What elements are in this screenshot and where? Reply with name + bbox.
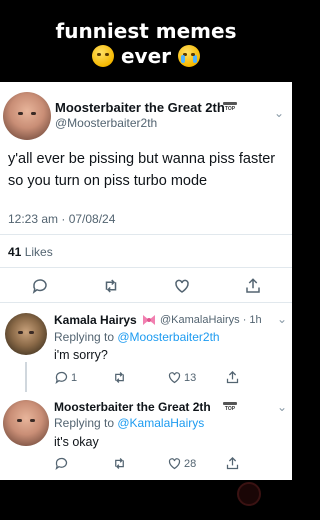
avatar[interactable] xyxy=(5,313,47,355)
avatar[interactable] xyxy=(3,400,49,446)
reply-count: 1 xyxy=(71,372,78,384)
likes-summary[interactable]: 41 Likes xyxy=(8,245,53,259)
reply-text: it's okay xyxy=(54,435,99,449)
share-icon[interactable] xyxy=(244,277,262,295)
like-count: 13 xyxy=(184,372,197,384)
chevron-down-icon[interactable]: ⌄ xyxy=(274,106,284,120)
tweet-timestamp[interactable]: 12:23 am · 07/08/24 xyxy=(8,212,115,226)
meme-banner: funniest memes ever xyxy=(0,0,292,82)
replying-to-link[interactable]: @Moosterbaiter2th xyxy=(117,330,219,344)
banner-title-word: ever xyxy=(120,44,172,68)
author-handle[interactable]: @Moosterbaiter2th xyxy=(55,116,157,130)
author-name[interactable]: Moosterbaiter the Great 2th xyxy=(55,100,225,115)
replying-to-link[interactable]: @KamalaHairys xyxy=(117,416,204,430)
heart-icon[interactable] xyxy=(167,456,182,471)
watermark-logo-icon xyxy=(237,482,261,506)
chevron-down-icon[interactable]: ⌄ xyxy=(277,400,287,414)
crying-face-icon xyxy=(177,45,200,67)
likes-count: 41 xyxy=(8,245,22,259)
thread-line xyxy=(25,362,27,392)
chevron-down-icon[interactable]: ⌄ xyxy=(277,312,287,326)
divider xyxy=(0,302,292,303)
retweet-icon[interactable] xyxy=(102,277,120,295)
tweet-text: y'all ever be pissing but wanna piss fas… xyxy=(8,151,276,189)
divider xyxy=(0,234,292,235)
banner-title-line2: ever xyxy=(0,44,292,68)
retweet-icon[interactable] xyxy=(112,456,127,471)
replying-to: Replying to @KamalaHairys xyxy=(54,416,205,430)
likes-label: Likes xyxy=(21,245,53,259)
tweet-thread-card: Moosterbaiter the Great 2th TOP @Mooster… xyxy=(0,82,292,480)
reply-icon[interactable] xyxy=(54,456,69,471)
top-badge-icon: TOP xyxy=(222,400,238,414)
retweet-icon[interactable] xyxy=(112,370,127,385)
reply-icon[interactable] xyxy=(31,277,49,295)
share-icon[interactable] xyxy=(225,370,240,385)
heart-icon[interactable] xyxy=(173,277,191,295)
reply-text: i'm sorry? xyxy=(54,348,108,362)
top-badge-icon: TOP xyxy=(222,100,238,114)
relieved-face-icon xyxy=(92,45,115,67)
like-count: 28 xyxy=(184,458,197,470)
replying-to: Replying to @Moosterbaiter2th xyxy=(54,330,220,344)
reply-handle-time[interactable]: @KamalaHairys · 1h xyxy=(160,314,262,326)
heart-icon[interactable] xyxy=(167,370,182,385)
share-icon[interactable] xyxy=(225,456,240,471)
bow-icon xyxy=(143,315,155,325)
reply-author-name[interactable]: Moosterbaiter the Great 2th xyxy=(54,400,211,414)
divider xyxy=(0,267,292,268)
avatar[interactable] xyxy=(3,92,51,140)
reply-icon[interactable] xyxy=(54,370,69,385)
banner-title-line1: funniest memes xyxy=(55,19,237,43)
reply-author-name[interactable]: Kamala Hairys xyxy=(54,313,137,327)
